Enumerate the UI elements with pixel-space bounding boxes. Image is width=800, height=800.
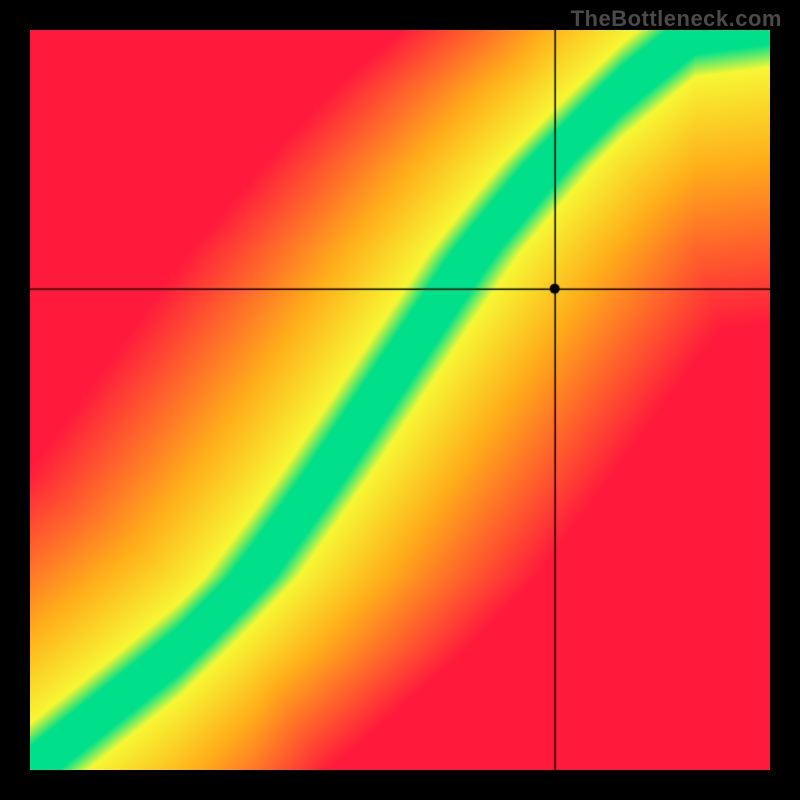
- watermark-text: TheBottleneck.com: [571, 6, 782, 32]
- bottleneck-heatmap: TheBottleneck.com: [0, 0, 800, 800]
- heatmap-canvas: [30, 30, 770, 770]
